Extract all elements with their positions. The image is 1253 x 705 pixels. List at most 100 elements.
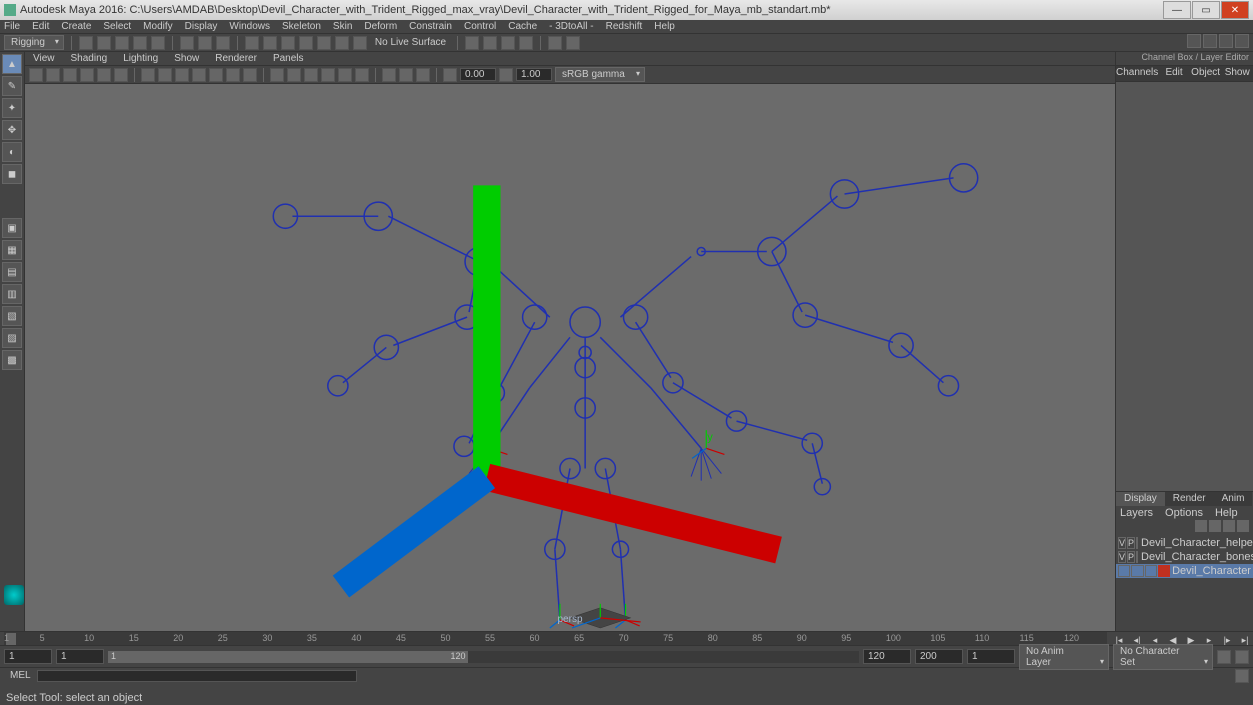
range-disp-start-field[interactable]: 1 — [56, 649, 104, 664]
menu-edit[interactable]: Edit — [32, 21, 49, 32]
menu-cache[interactable]: Cache — [508, 21, 537, 32]
live-surface-icon[interactable] — [353, 36, 367, 50]
toggle-1-icon[interactable] — [1187, 34, 1201, 48]
panel-menu-shading[interactable]: Shading — [71, 53, 108, 64]
lights-icon[interactable] — [321, 68, 335, 82]
render-settings-icon[interactable] — [519, 36, 533, 50]
hypershade-icon[interactable] — [548, 36, 562, 50]
grid-icon[interactable] — [141, 68, 155, 82]
toggle-2-icon[interactable] — [1203, 34, 1217, 48]
exposure-icon[interactable] — [443, 68, 457, 82]
redo-icon[interactable] — [151, 36, 165, 50]
menu-skeleton[interactable]: Skeleton — [282, 21, 321, 32]
layer-color-swatch[interactable] — [1158, 565, 1170, 577]
range-disp-end-field[interactable]: 120 — [863, 649, 911, 664]
layout-custom-icon[interactable]: ▩ — [2, 350, 22, 370]
panel-menu-panels[interactable]: Panels — [273, 53, 304, 64]
panel-menu-renderer[interactable]: Renderer — [215, 53, 257, 64]
snap-surface-icon[interactable] — [317, 36, 331, 50]
select-mode-icon[interactable] — [180, 36, 194, 50]
menu-deform[interactable]: Deform — [364, 21, 397, 32]
ipr-render-icon[interactable] — [501, 36, 515, 50]
toggle-4-icon[interactable] — [1235, 34, 1249, 48]
layout-single-icon[interactable]: ▣ — [2, 218, 22, 238]
gamma-field[interactable]: 1.00 — [516, 68, 552, 81]
safe-action-icon[interactable] — [226, 68, 240, 82]
image-plane-icon[interactable] — [80, 68, 94, 82]
camera-select-icon[interactable] — [29, 68, 43, 82]
menu-select[interactable]: Select — [103, 21, 131, 32]
layer-menu-help[interactable]: Help — [1215, 507, 1238, 519]
layer-type-toggle[interactable] — [1136, 551, 1138, 563]
script-editor-icon[interactable] — [1235, 669, 1249, 683]
panel-menu-view[interactable]: View — [33, 53, 55, 64]
layout-two-h-icon[interactable]: ▤ — [2, 262, 22, 282]
ao-icon[interactable] — [355, 68, 369, 82]
range-thumb[interactable]: 1 120 — [108, 651, 468, 663]
snap-view-icon[interactable] — [335, 36, 349, 50]
viewport-persp[interactable]: y y persp — [25, 84, 1115, 631]
render-frame-icon[interactable] — [483, 36, 497, 50]
layer-type-toggle[interactable] — [1145, 565, 1157, 577]
snap-curve-icon[interactable] — [263, 36, 277, 50]
menu-dtoall[interactable]: - 3DtoAll - — [549, 21, 593, 32]
layer-vis-toggle[interactable] — [1118, 565, 1130, 577]
range-end-field[interactable]: 200 — [915, 649, 963, 664]
menu-modify[interactable]: Modify — [143, 21, 172, 32]
layer-row[interactable]: VPDevil_Character_bones — [1116, 550, 1253, 564]
snap-point-icon[interactable] — [281, 36, 295, 50]
layout-four-icon[interactable]: ▦ — [2, 240, 22, 260]
layer-playback-toggle[interactable]: P — [1127, 551, 1135, 563]
workspace-dropdown[interactable]: Rigging — [4, 35, 64, 50]
color-space-dropdown[interactable]: sRGB gamma — [555, 67, 645, 82]
render-view-icon[interactable] — [566, 36, 580, 50]
gamma-icon[interactable] — [499, 68, 513, 82]
select-tool[interactable]: ▲ — [2, 54, 22, 74]
textured-icon[interactable] — [304, 68, 318, 82]
layer-row[interactable]: Devil_Character — [1116, 564, 1253, 578]
paint-select-icon[interactable] — [216, 36, 230, 50]
layer-vis-toggle[interactable]: V — [1118, 537, 1126, 549]
go-end-button[interactable]: ▸| — [1237, 632, 1253, 648]
rotate-tool[interactable]: ◐ — [2, 142, 22, 162]
construction-history-icon[interactable] — [465, 36, 479, 50]
save-scene-icon[interactable] — [115, 36, 129, 50]
shadows-icon[interactable] — [338, 68, 352, 82]
panel-menu-show[interactable]: Show — [174, 53, 199, 64]
snap-plane-icon[interactable] — [299, 36, 313, 50]
anim-layer-dropdown[interactable]: No Anim Layer — [1019, 644, 1109, 670]
layer-icon-2[interactable] — [1209, 520, 1221, 532]
range-track[interactable]: 1 120 — [108, 651, 859, 663]
move-tool[interactable]: ✥ — [2, 120, 22, 140]
safe-title-icon[interactable] — [243, 68, 257, 82]
char-set-dropdown[interactable]: No Character Set — [1113, 644, 1213, 670]
menu-control[interactable]: Control — [464, 21, 496, 32]
minimize-button[interactable]: — — [1163, 1, 1191, 19]
wireframe-icon[interactable] — [270, 68, 284, 82]
undo-icon[interactable] — [133, 36, 147, 50]
channel-tab-edit[interactable]: Edit — [1158, 66, 1190, 81]
menu-windows[interactable]: Windows — [229, 21, 270, 32]
close-button[interactable]: ✕ — [1221, 1, 1249, 19]
smooth-shade-icon[interactable] — [287, 68, 301, 82]
layer-playback-toggle[interactable]: P — [1127, 537, 1135, 549]
layer-tab-display[interactable]: Display — [1116, 492, 1165, 506]
current-frame-field[interactable]: 1 — [967, 649, 1015, 664]
maximize-button[interactable]: ▭ — [1192, 1, 1220, 19]
scale-tool[interactable]: ◼ — [2, 164, 22, 184]
command-input[interactable] — [37, 670, 357, 682]
camera-lock-icon[interactable] — [46, 68, 60, 82]
gate-mask-icon[interactable] — [192, 68, 206, 82]
menu-help[interactable]: Help — [654, 21, 675, 32]
toggle-3-icon[interactable] — [1219, 34, 1233, 48]
layout-persp-icon[interactable]: ▨ — [2, 328, 22, 348]
film-gate-icon[interactable] — [158, 68, 172, 82]
autokey-icon[interactable] — [1217, 650, 1231, 664]
layout-outliner-icon[interactable]: ▧ — [2, 306, 22, 326]
menu-file[interactable]: File — [4, 21, 20, 32]
menu-constrain[interactable]: Constrain — [409, 21, 452, 32]
exposure-field[interactable]: 0.00 — [460, 68, 496, 81]
channel-tab-object[interactable]: Object — [1190, 66, 1222, 81]
new-scene-icon[interactable] — [79, 36, 93, 50]
grease-pencil-icon[interactable] — [114, 68, 128, 82]
